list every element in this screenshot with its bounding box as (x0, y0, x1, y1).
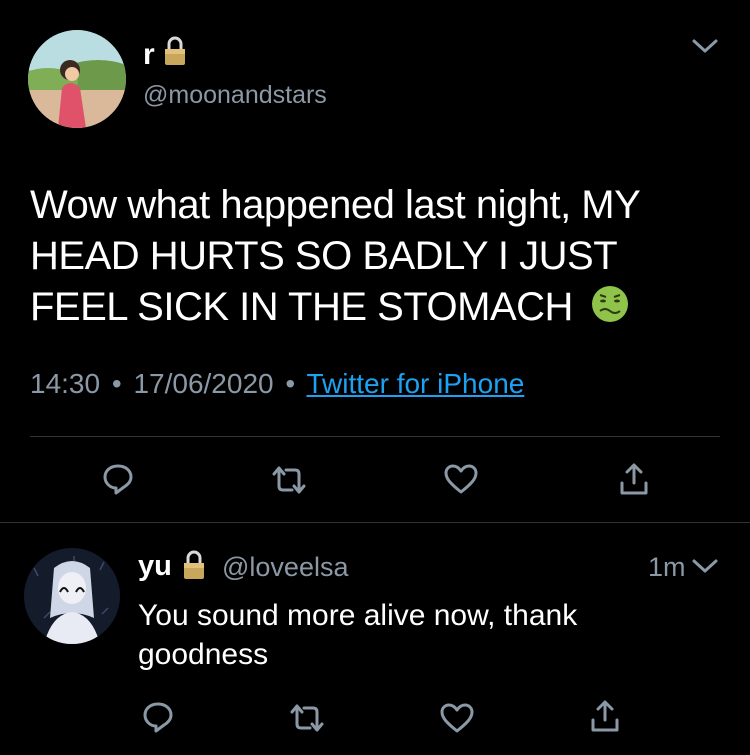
lock-icon (163, 36, 187, 66)
reply-author-name[interactable]: yu (138, 549, 172, 583)
tweet-text-content: Wow what happened last night, MY HEAD HU… (30, 183, 640, 329)
tweet-meta: 14:30 • 17/06/2020 • Twitter for iPhone (30, 366, 524, 402)
tweet-source-link[interactable]: Twitter for iPhone (306, 368, 524, 399)
meta-separator: • (285, 368, 296, 399)
author-avatar[interactable] (28, 30, 126, 128)
reply-text-line: You sound more alive now, thank (138, 599, 578, 632)
lock-icon (182, 550, 206, 580)
reply-text: You sound more alive now, thank goodness (138, 596, 698, 674)
chevron-down-icon[interactable] (690, 556, 720, 576)
retweet-icon[interactable] (288, 702, 326, 734)
retweet-icon[interactable] (270, 464, 308, 496)
divider (0, 522, 750, 523)
tweet-time: 14:30 (30, 368, 101, 399)
chevron-down-icon[interactable] (690, 36, 720, 56)
tweet-text: Wow what happened last night, MY HEAD HU… (30, 180, 700, 337)
like-icon[interactable] (443, 463, 479, 495)
share-icon[interactable] (618, 461, 650, 497)
author-handle[interactable]: @moonandstars (143, 80, 327, 110)
avatar-image (24, 548, 120, 644)
share-icon[interactable] (589, 698, 621, 734)
nauseated-face-emoji (590, 284, 630, 337)
tweet-date: 17/06/2020 (133, 368, 274, 399)
reply-author-handle[interactable]: @loveelsa (222, 551, 348, 583)
reply-timestamp: 1m (648, 552, 686, 582)
divider (30, 436, 720, 437)
meta-separator: • (111, 368, 122, 399)
reply-icon[interactable] (141, 700, 175, 734)
reply-text-line: goodness (138, 638, 269, 671)
reply-icon[interactable] (101, 462, 135, 496)
like-icon[interactable] (439, 702, 475, 734)
avatar-image (28, 30, 126, 128)
reply-author-avatar[interactable] (24, 548, 120, 644)
author-name[interactable]: r (143, 38, 155, 72)
